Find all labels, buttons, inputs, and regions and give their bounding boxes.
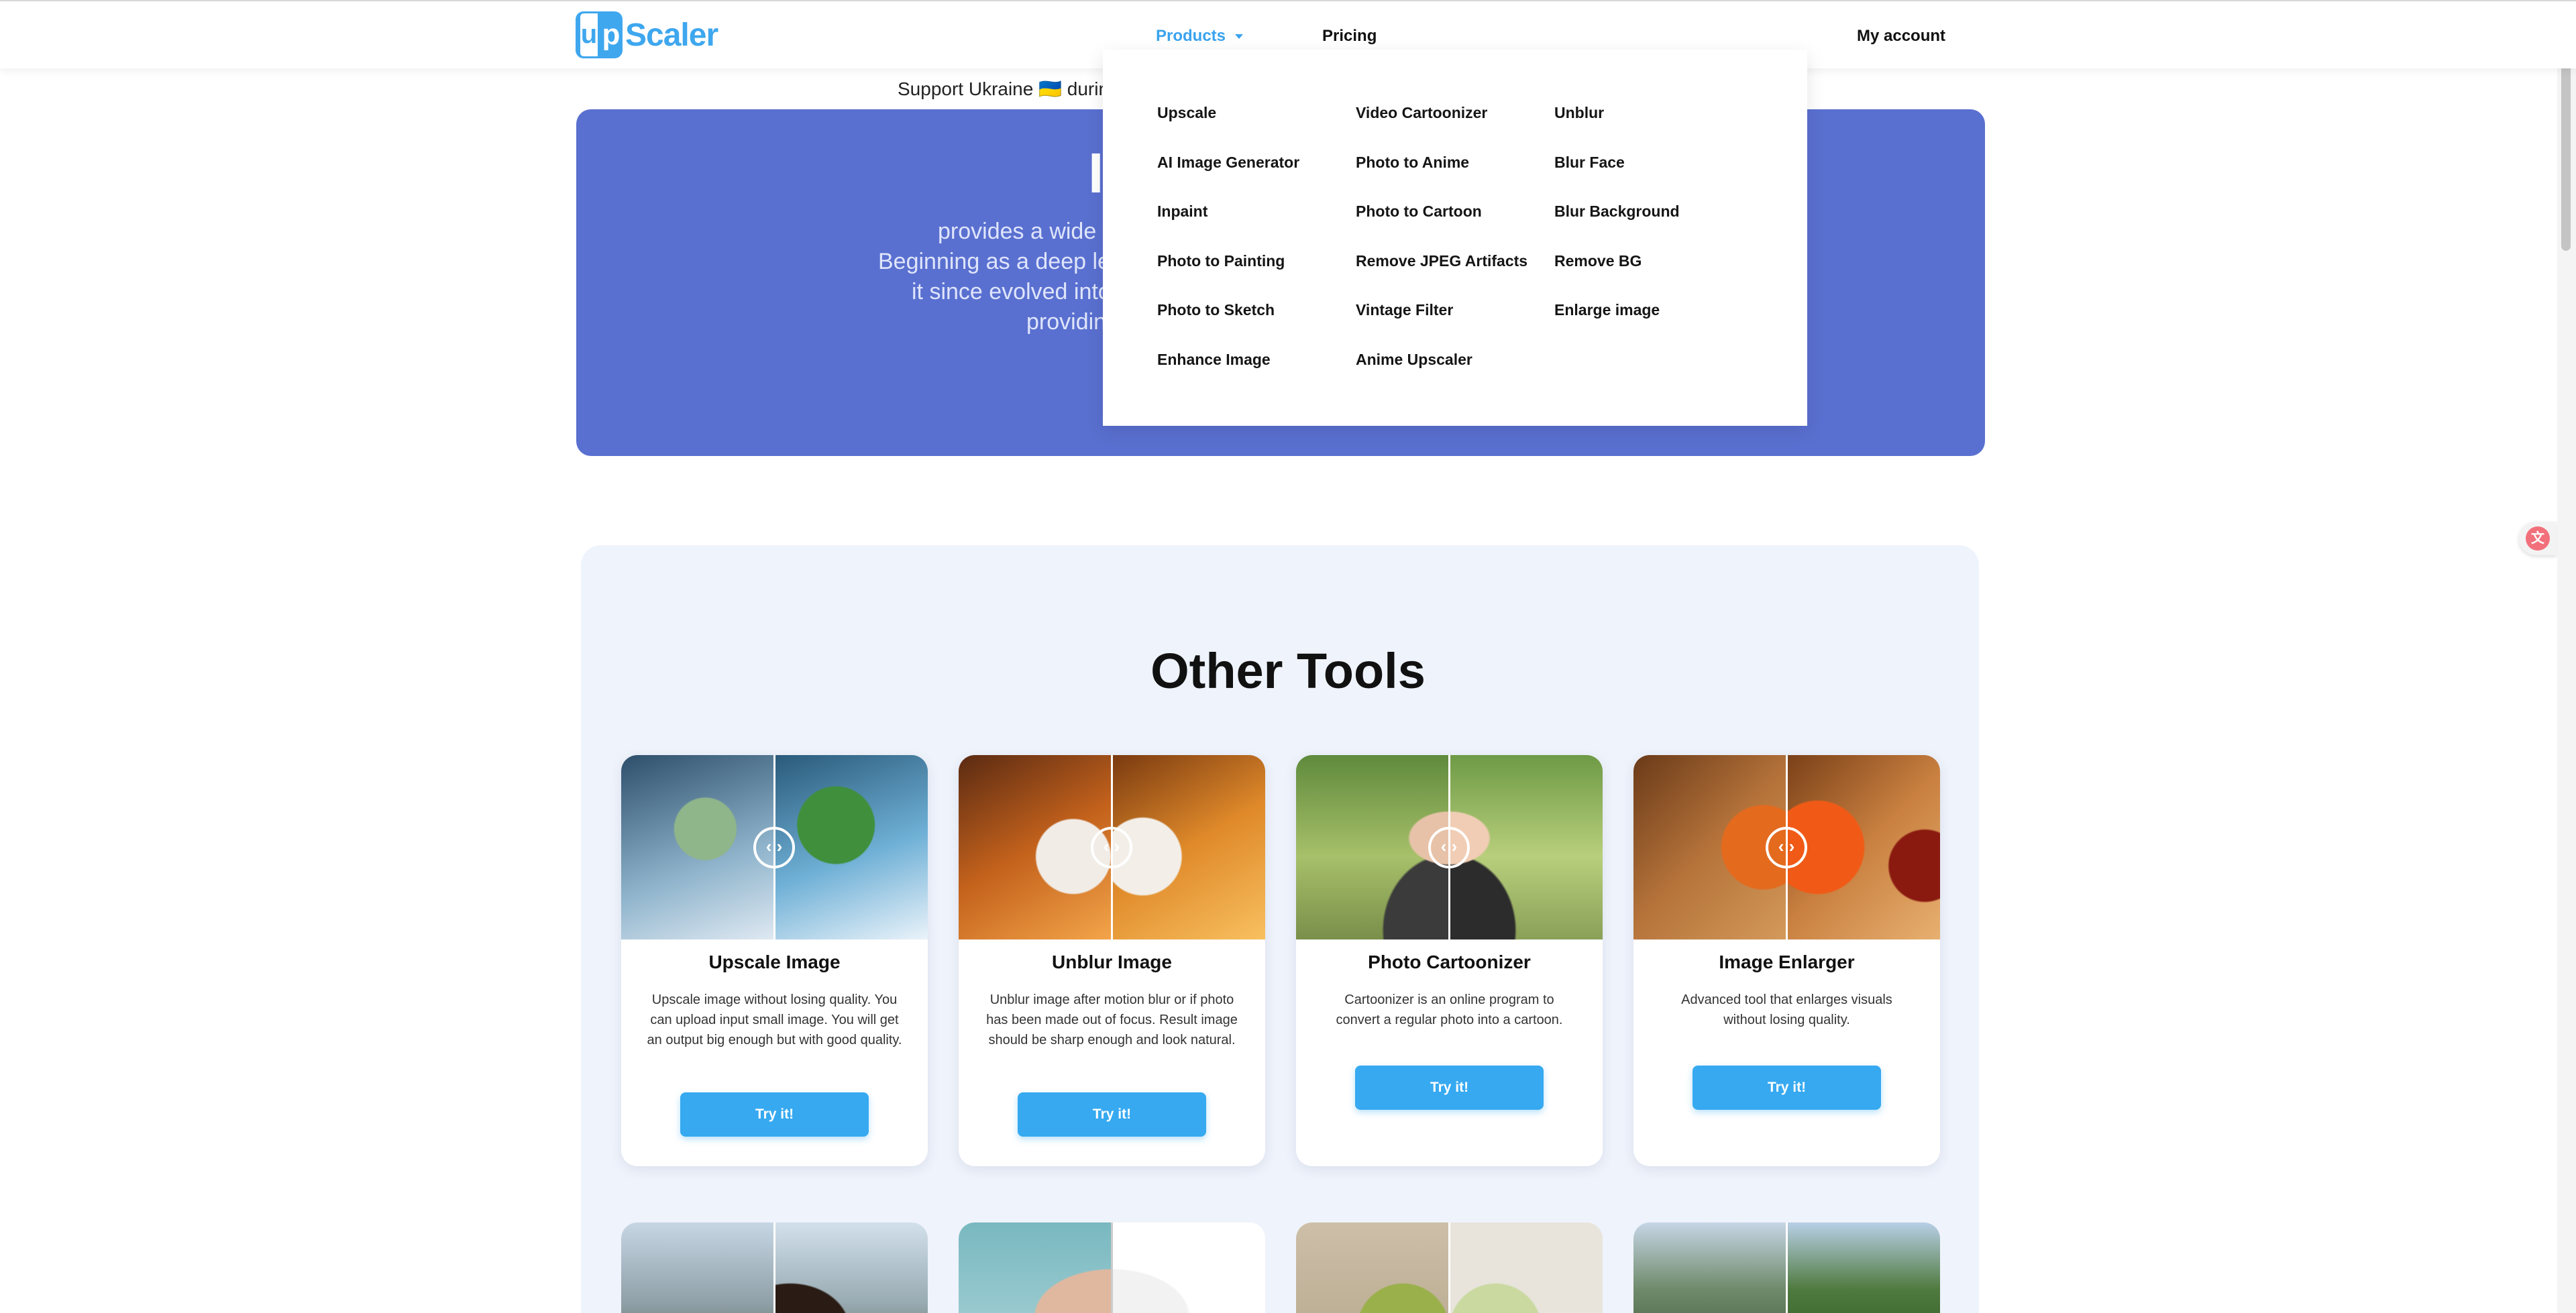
nav-products[interactable]: Products <box>1156 27 1244 46</box>
try-it-button[interactable]: Try it! <box>1693 1066 1881 1110</box>
hero-text-line: it since evolved into <box>912 279 1111 304</box>
try-it-button[interactable]: Try it! <box>1355 1066 1544 1110</box>
tool-card-unblur: Unblur Image Unblur image after motion b… <box>959 755 1265 1166</box>
compare-slider-icon[interactable] <box>1428 827 1470 868</box>
menu-item-unblur[interactable]: Unblur <box>1554 104 1604 122</box>
before-after-image[interactable] <box>1296 755 1603 939</box>
support-ukraine-text: Support Ukraine 🇺🇦 during <box>898 78 1120 99</box>
menu-item-video-cartoonizer[interactable]: Video Cartoonizer <box>1356 104 1487 122</box>
products-dropdown-menu: Upscale AI Image Generator Inpaint Photo… <box>1103 50 1807 426</box>
menu-item-inpaint[interactable]: Inpaint <box>1157 203 1208 221</box>
menu-item-blur-face[interactable]: Blur Face <box>1554 154 1625 172</box>
card-description: Unblur image after motion blur or if pho… <box>986 992 1238 1047</box>
hero-text-line: provides a wide <box>938 219 1097 244</box>
menu-item-enlarge-image[interactable]: Enlarge image <box>1554 301 1660 319</box>
compare-slider-icon[interactable] <box>1766 827 1807 868</box>
card-title: Photo Cartoonizer <box>1368 952 1531 972</box>
logo-text: Scaler <box>625 17 718 53</box>
tool-card-enlarger: Image Enlarger Advanced tool that enlarg… <box>1633 755 1940 1166</box>
try-it-button[interactable]: Try it! <box>1018 1092 1206 1137</box>
nav-pricing[interactable]: Pricing <box>1322 27 1377 46</box>
logo-mark-icon: up <box>576 11 623 58</box>
menu-item-photo-to-painting[interactable]: Photo to Painting <box>1157 252 1285 270</box>
card-title: Upscale Image <box>708 952 841 972</box>
nav-products-label: Products <box>1156 27 1226 45</box>
hero-text-line: Beginning as a deep le <box>878 249 1110 274</box>
card-title: Image Enlarger <box>1719 952 1855 972</box>
tool-card-upscale: Upscale Image Upscale image without losi… <box>621 755 928 1166</box>
menu-item-photo-to-cartoon[interactable]: Photo to Cartoon <box>1356 203 1482 221</box>
tool-card-cartoonizer: Photo Cartoonizer Cartoonizer is an onli… <box>1296 755 1603 1166</box>
chevron-down-icon <box>1235 34 1244 39</box>
try-it-button[interactable]: Try it! <box>680 1092 869 1137</box>
other-tools-title: Other Tools <box>1150 643 1426 699</box>
compare-slider-icon[interactable] <box>1091 827 1132 868</box>
tool-card-partial <box>1296 1222 1603 1313</box>
menu-item-upscale[interactable]: Upscale <box>1157 104 1216 122</box>
card-description: Upscale image without losing quality. Yo… <box>647 992 902 1047</box>
menu-item-remove-bg[interactable]: Remove BG <box>1554 252 1642 270</box>
translate-button[interactable]: 文 <box>2519 522 2557 555</box>
menu-item-enhance-image[interactable]: Enhance Image <box>1157 351 1271 369</box>
before-after-image[interactable] <box>959 755 1265 939</box>
card-description: Cartoonizer is an online program to conv… <box>1336 992 1563 1027</box>
menu-item-vintage-filter[interactable]: Vintage Filter <box>1356 301 1453 319</box>
tool-card-partial <box>621 1222 928 1313</box>
nav-my-account[interactable]: My account <box>1857 27 1945 46</box>
menu-item-remove-jpeg-artifacts[interactable]: Remove JPEG Artifacts <box>1356 252 1527 270</box>
menu-item-ai-image-generator[interactable]: AI Image Generator <box>1157 154 1299 172</box>
hero-title: I <box>1088 141 1104 205</box>
card-description: Advanced tool that enlarges visuals with… <box>1681 992 1892 1027</box>
before-after-image[interactable] <box>1633 755 1940 939</box>
menu-item-photo-to-sketch[interactable]: Photo to Sketch <box>1157 301 1275 319</box>
menu-item-blur-background[interactable]: Blur Background <box>1554 203 1680 221</box>
card-title: Unblur Image <box>1052 952 1172 972</box>
logo[interactable]: up Scaler <box>576 11 718 59</box>
tool-card-partial <box>1633 1222 1940 1313</box>
menu-item-photo-to-anime[interactable]: Photo to Anime <box>1356 154 1469 172</box>
translate-icon: 文 <box>2526 526 2550 551</box>
menu-item-anime-upscaler[interactable]: Anime Upscaler <box>1356 351 1472 369</box>
compare-slider-icon[interactable] <box>753 827 795 868</box>
tool-card-partial <box>959 1222 1265 1313</box>
hero-text-line: providin <box>1026 309 1107 335</box>
before-after-image[interactable] <box>621 755 928 939</box>
